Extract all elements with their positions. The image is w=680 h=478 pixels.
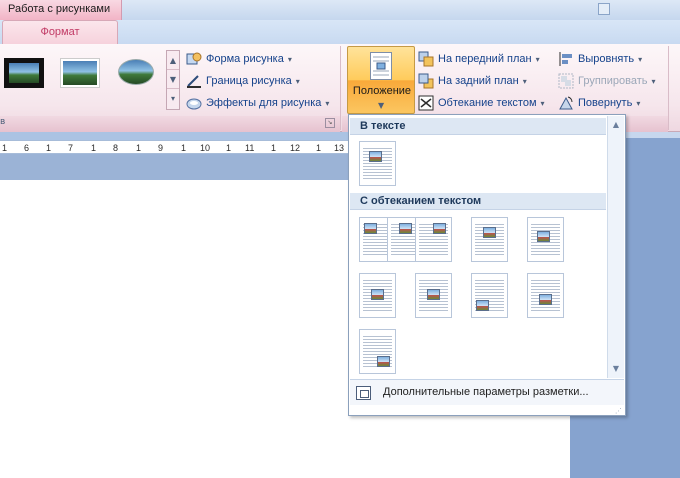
picture-icon <box>483 227 496 238</box>
group-icon <box>558 73 574 89</box>
ruler-tick: 1 <box>271 143 277 153</box>
ruler-tick: 1 <box>181 143 187 153</box>
align-button[interactable]: Выровнять ▾ <box>558 49 642 69</box>
position-icon <box>370 52 392 80</box>
ruler-tick: 1 <box>316 143 322 153</box>
chevron-down-icon: ▾ <box>295 76 300 86</box>
more-icon[interactable]: ▾ <box>167 89 179 108</box>
layout-options-icon <box>356 386 371 400</box>
ruler-tick: 1 <box>136 143 142 153</box>
scroll-down-icon[interactable]: ▼ <box>167 70 179 89</box>
tab-format[interactable]: Формат <box>2 20 118 44</box>
chevron-down-icon: ▾ <box>287 54 292 64</box>
chevron-down-icon: ▾ <box>522 76 527 86</box>
chevron-down-icon: ▾ <box>540 98 545 108</box>
picture-icon <box>369 151 382 162</box>
rotate-icon <box>558 95 574 111</box>
chevron-down-icon: ▾ <box>636 98 641 108</box>
group-divider <box>668 46 669 130</box>
picture-icon <box>539 294 552 305</box>
picture-border-icon <box>186 73 202 89</box>
picture-style-thumb-black-frame[interactable] <box>4 58 44 88</box>
position-dropdown: В тексте С обтеканием текстом ▲ ▼ Дополн… <box>348 114 626 416</box>
resize-grip-icon[interactable]: ⋰ <box>615 407 624 415</box>
ruler-tick: 1 <box>91 143 97 153</box>
position-label: Положение <box>352 85 412 97</box>
picture-border-button[interactable]: Граница рисунка ▾ <box>186 71 300 91</box>
picture-effects-icon <box>186 95 202 111</box>
ruler-tick: 1 <box>2 143 8 153</box>
chevron-down-icon: ▾ <box>651 76 656 86</box>
position-middle-center[interactable] <box>359 273 396 318</box>
ruler-tick: 11 <box>245 143 255 153</box>
more-layout-options[interactable]: Дополнительные параметры разметки... <box>350 379 624 405</box>
picture-icon <box>377 356 390 367</box>
chevron-down-icon: ▾ <box>535 54 540 64</box>
page-margin-area <box>0 154 348 180</box>
ruler-tick: 1 <box>46 143 52 153</box>
more-layout-options-label: Дополнительные параметры разметки... <box>383 386 589 398</box>
context-tab-group-label: Работа с рисунками <box>0 0 122 20</box>
position-bottom-left[interactable] <box>471 273 508 318</box>
position-bottom-center[interactable] <box>527 273 564 318</box>
ruler-tick: 12 <box>290 143 301 153</box>
group-button[interactable]: Группировать ▾ <box>558 71 656 91</box>
rotate-button[interactable]: Повернуть ▾ <box>558 93 640 113</box>
picture-icon <box>427 289 440 300</box>
section-wrap-header: С обтеканием текстом <box>350 193 606 210</box>
picture-shape-icon <box>186 51 202 67</box>
group-divider <box>340 46 341 130</box>
position-top-right-alt[interactable] <box>471 217 508 262</box>
picture-icon <box>399 223 412 234</box>
picture-styles-group-footer: в <box>0 116 340 132</box>
ruler-tick: 1 <box>226 143 232 153</box>
horizontal-ruler[interactable]: 1 6 1 7 1 8 1 9 1 10 1 11 1 12 1 13 <box>0 140 348 154</box>
ruler-tick: 9 <box>158 143 164 153</box>
chevron-down-icon: ▾ <box>638 54 643 64</box>
picture-style-thumb-oval[interactable] <box>116 58 156 88</box>
align-icon <box>558 51 574 67</box>
send-to-back-button[interactable]: На задний план ▾ <box>418 71 527 91</box>
chevron-down-icon: ▼ <box>378 101 385 110</box>
ruler-tick: 7 <box>68 143 74 153</box>
ruler-tick: 13 <box>334 143 345 153</box>
position-bottom-right[interactable] <box>359 329 396 374</box>
scroll-up-icon[interactable]: ▲ <box>608 118 624 132</box>
picture-icon <box>371 289 384 300</box>
bring-to-front-icon <box>418 51 434 67</box>
position-middle-right[interactable] <box>415 273 452 318</box>
picture-style-thumb-simple[interactable] <box>60 58 100 88</box>
ruler-tick: 8 <box>113 143 119 153</box>
position-button[interactable]: Положение ▼ <box>347 46 415 114</box>
position-inline[interactable] <box>359 141 396 186</box>
picture-icon <box>433 223 446 234</box>
picture-icon <box>537 231 550 242</box>
picture-icon <box>364 223 377 234</box>
dialog-launcher-icon[interactable]: ↘ <box>325 118 335 128</box>
text-wrap-button[interactable]: Обтекание текстом ▾ <box>418 93 545 113</box>
send-to-back-icon <box>418 73 434 89</box>
position-top-right[interactable] <box>415 217 452 262</box>
position-middle-left[interactable] <box>527 217 564 262</box>
picture-icon <box>476 300 489 311</box>
bring-to-front-button[interactable]: На передний план ▾ <box>418 49 540 69</box>
ruler-tick: 10 <box>200 143 211 153</box>
styles-gallery-scroll[interactable]: ▲ ▼ ▾ <box>166 50 180 110</box>
scroll-down-icon[interactable]: ▼ <box>608 362 624 376</box>
group-label-fragment: в <box>0 117 6 127</box>
picture-effects-button[interactable]: Эффекты для рисунка ▾ <box>186 93 329 113</box>
gallery-scrollbar[interactable]: ▲ ▼ <box>607 116 624 378</box>
section-inline-header: В тексте <box>350 118 606 135</box>
chevron-down-icon: ▾ <box>325 98 330 108</box>
scroll-up-icon[interactable]: ▲ <box>167 51 179 70</box>
text-wrap-icon <box>418 95 434 111</box>
picture-shape-button[interactable]: Форма рисунка ▾ <box>186 49 292 69</box>
window-control[interactable] <box>598 3 610 15</box>
ruler-tick: 6 <box>24 143 30 153</box>
